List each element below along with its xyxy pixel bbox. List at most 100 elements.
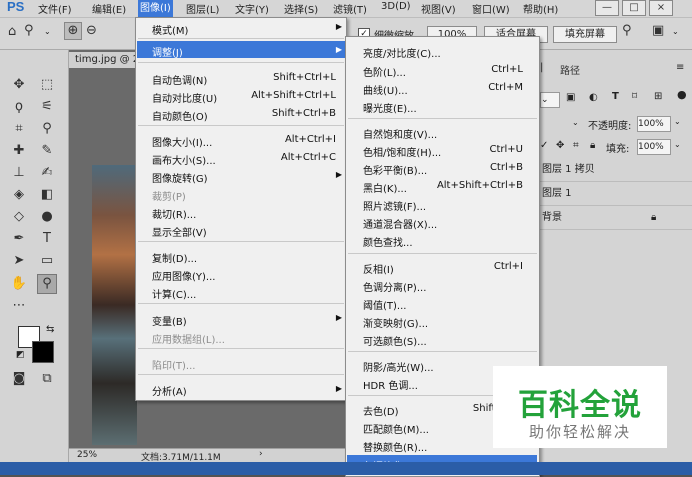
filter-smart-icon[interactable]: ⊞ [654, 91, 662, 102]
menu-item-mode[interactable]: 模式(M) [152, 22, 188, 37]
zoom-out-icon[interactable]: ⊖ [86, 23, 97, 38]
menu-select[interactable]: 选择(S) [284, 1, 318, 16]
filter-pixel-icon[interactable]: ▣ [566, 92, 575, 103]
menu-item-canvas-size[interactable]: 画布大小(S)... [152, 152, 216, 167]
menu-item-hue-saturation[interactable]: 色相/饱和度(H)... [363, 144, 441, 159]
menu-item-adjust[interactable]: 调整(J) [152, 44, 183, 59]
menu-item-desaturate[interactable]: 去色(D) [363, 403, 399, 418]
clone-stamp-icon[interactable]: ⊥ [10, 164, 28, 182]
fill-field[interactable]: 100% [637, 139, 671, 155]
maximize-button[interactable]: □ [622, 0, 646, 16]
chevron-down-icon[interactable]: ⌄ [674, 140, 681, 149]
filter-toggle-icon[interactable]: ● [677, 88, 687, 101]
menu-item-selective-color[interactable]: 可选颜色(S)... [363, 333, 427, 348]
path-select-icon[interactable]: ➤ [10, 252, 28, 270]
canvas-image[interactable] [92, 165, 137, 445]
menu-item-trim[interactable]: 裁切(R)... [152, 206, 196, 221]
pen-tool-icon[interactable]: ✒ [10, 230, 28, 248]
menu-item-curves[interactable]: 曲线(U)... [363, 82, 408, 97]
search-icon[interactable]: ⚲ [622, 23, 632, 38]
quick-mask-icon[interactable]: ◙ [10, 370, 28, 388]
filter-adjust-icon[interactable]: ◐ [589, 92, 598, 103]
menu-view[interactable]: 视图(V) [421, 1, 456, 16]
menu-item-black-white[interactable]: 黑白(K)... [363, 180, 407, 195]
menu-help[interactable]: 帮助(H) [523, 1, 558, 16]
menu-edit[interactable]: 编辑(E) [92, 1, 126, 16]
menu-item-auto-contrast[interactable]: 自动对比度(U) [152, 90, 217, 105]
fill-screen-button[interactable]: 填充屏幕 [553, 26, 617, 43]
gradient-tool-icon[interactable]: ◧ [38, 186, 56, 204]
menu-3d[interactable]: 3D(D) [381, 1, 411, 12]
brush-tool-icon[interactable]: ✎ [38, 142, 56, 160]
lock-position-icon[interactable]: ✥ [556, 140, 564, 151]
eyedropper-icon[interactable]: ⚲ [38, 120, 56, 138]
menu-item-image-rotation[interactable]: 图像旋转(G) [152, 170, 208, 185]
tab-paths[interactable]: 路径 [560, 62, 580, 77]
chevron-down-icon[interactable]: ⌄ [44, 27, 51, 36]
menu-item-auto-color[interactable]: 自动颜色(O) [152, 108, 208, 123]
lock-pixels-icon[interactable]: ✓ [540, 140, 548, 151]
menu-item-image-size[interactable]: 图像大小(I)... [152, 134, 212, 149]
menu-item-match-color[interactable]: 匹配颜色(M)... [363, 421, 429, 436]
close-button[interactable]: × [649, 0, 673, 16]
lasso-tool-icon[interactable]: ϙ [10, 98, 28, 116]
magic-wand-icon[interactable]: ⚟ [38, 98, 56, 116]
zoom-level[interactable]: 25% [77, 450, 97, 460]
document-tab[interactable]: timg.jpg @ 2 [69, 52, 145, 68]
type-tool-icon[interactable]: T [38, 230, 56, 248]
menu-item-threshold[interactable]: 阈值(T)... [363, 297, 406, 312]
menu-item-shadows-highlights[interactable]: 阴影/高光(W)... [363, 359, 434, 374]
eraser-tool-icon[interactable]: ◈ [10, 186, 28, 204]
layer-row[interactable]: 图层 1 拷贝 [537, 159, 692, 182]
default-colors-icon[interactable]: ◩ [16, 350, 25, 360]
tab-layers-partial[interactable]: | [540, 62, 543, 73]
minimize-button[interactable]: — [595, 0, 619, 16]
layer-row[interactable]: 图层 1 [537, 183, 692, 206]
menu-item-color-lookup[interactable]: 颜色查找... [363, 234, 413, 249]
zoom-tool-icon[interactable]: ⚲ [37, 274, 57, 294]
menu-layer[interactable]: 图层(L) [186, 1, 219, 16]
layer-filter-dropdown[interactable]: ⌄ [540, 92, 560, 108]
menu-item-hdr-toning[interactable]: HDR 色调... [363, 377, 418, 392]
menu-file[interactable]: 文件(F) [38, 1, 72, 16]
chevron-down-icon[interactable]: ⌄ [672, 27, 679, 36]
marquee-tool-icon[interactable]: ⬚ [38, 76, 56, 94]
blend-mode-chevron-icon[interactable]: ⌄ [572, 118, 579, 127]
swap-colors-icon[interactable]: ⇆ [46, 324, 54, 335]
menu-window[interactable]: 窗口(W) [472, 1, 510, 16]
healing-brush-icon[interactable]: ✚ [10, 142, 28, 160]
menu-item-brightness-contrast[interactable]: 亮度/对比度(C)... [363, 45, 441, 60]
menu-item-apply-image[interactable]: 应用图像(Y)... [152, 268, 215, 283]
filter-shape-icon[interactable]: ⌑ [632, 91, 637, 102]
menu-item-vibrance[interactable]: 自然饱和度(V)... [363, 126, 437, 141]
screen-mode-icon[interactable]: ⧉ [38, 370, 56, 388]
menu-item-replace-color[interactable]: 替换颜色(R)... [363, 439, 427, 454]
move-tool-icon[interactable]: ✥ [10, 76, 28, 94]
menu-item-reveal-all[interactable]: 显示全部(V) [152, 224, 207, 239]
opacity-field[interactable]: 100% [637, 116, 671, 132]
lock-all-icon[interactable]: 🔒︎ [590, 140, 595, 151]
menu-item-auto-tone[interactable]: 自动色调(N) [152, 72, 207, 87]
menu-item-photo-filter[interactable]: 照片滤镜(F)... [363, 198, 426, 213]
dodge-tool-icon[interactable]: ● [38, 208, 56, 226]
chevron-down-icon[interactable]: ⌄ [674, 117, 681, 126]
panel-menu-icon[interactable]: ≡ [676, 62, 684, 73]
menu-item-channel-mixer[interactable]: 通道混合器(X)... [363, 216, 437, 231]
home-icon[interactable]: ⌂ [8, 24, 16, 39]
menu-item-analysis[interactable]: 分析(A) [152, 383, 187, 398]
history-brush-icon[interactable]: ✍ [38, 164, 56, 182]
rectangle-tool-icon[interactable]: ▭ [38, 252, 56, 270]
menu-type[interactable]: 文字(Y) [235, 1, 269, 16]
blur-tool-icon[interactable]: ◇ [10, 208, 28, 226]
menu-filter[interactable]: 滤镜(T) [333, 1, 367, 16]
filter-type-icon[interactable]: T [612, 91, 619, 102]
more-tools-icon[interactable]: ⋯ [10, 297, 28, 315]
menu-image[interactable]: 图像(I) [138, 0, 173, 17]
background-color-swatch[interactable] [32, 341, 54, 363]
menu-item-gradient-map[interactable]: 渐变映射(G)... [363, 315, 428, 330]
menu-item-invert[interactable]: 反相(I) [363, 261, 394, 276]
menu-item-exposure[interactable]: 曝光度(E)... [363, 100, 417, 115]
menu-item-duplicate[interactable]: 复制(D)... [152, 250, 197, 265]
zoom-tool-icon[interactable]: ⚲ [24, 23, 34, 38]
menu-item-variables[interactable]: 变量(B) [152, 313, 187, 328]
